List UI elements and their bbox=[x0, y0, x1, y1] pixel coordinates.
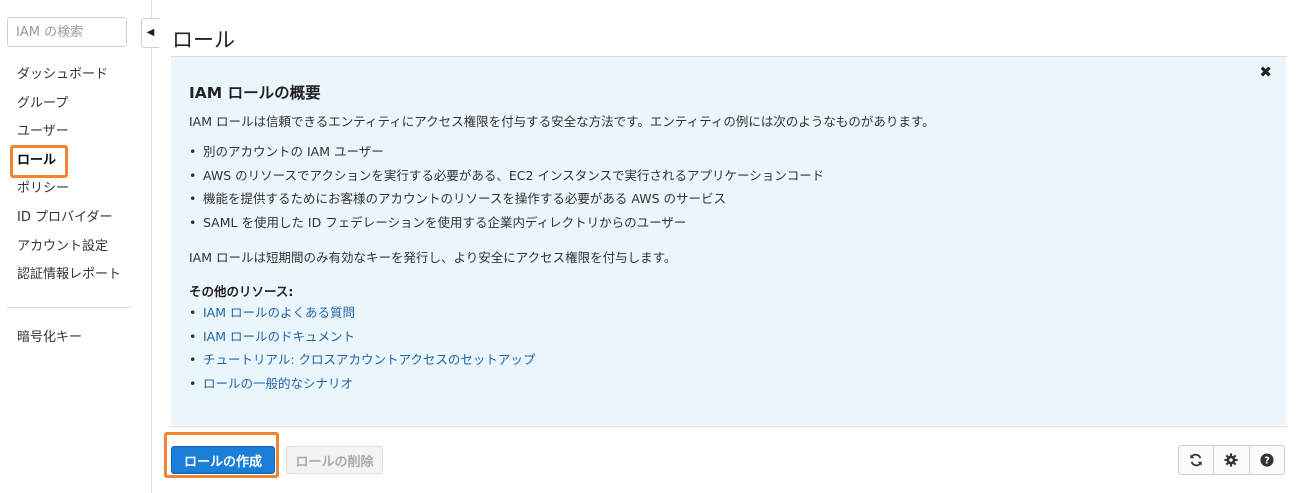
sidebar-separator bbox=[151, 0, 152, 493]
page-title: ロール bbox=[172, 28, 235, 52]
info-intro: IAM ロールは信頼できるエンティティにアクセス権限を付与する安全な方法です。エ… bbox=[189, 114, 935, 129]
svg-text:?: ? bbox=[1264, 456, 1270, 467]
table-tools: ? bbox=[1178, 445, 1285, 475]
delete-role-button[interactable]: ロールの削除 bbox=[286, 446, 383, 474]
sidebar-item-users[interactable]: ユーザー bbox=[0, 118, 151, 147]
sidebar-item-policies[interactable]: ポリシー bbox=[0, 175, 151, 204]
list-item: AWS のリソースでアクションを実行する必要がある、EC2 インスタンスで実行さ… bbox=[189, 164, 824, 188]
close-icon[interactable]: ✖ bbox=[1259, 63, 1272, 81]
collapse-icon[interactable]: ◀ bbox=[141, 18, 159, 48]
info-panel: ✖ IAM ロールの概要 IAM ロールは信頼できるエンティティにアクセス権限を… bbox=[171, 57, 1286, 425]
resources-heading: その他のリソース: bbox=[189, 284, 294, 299]
sidebar-item-identity-providers[interactable]: ID プロバイダー bbox=[0, 204, 151, 233]
entity-list: 別のアカウントの IAM ユーザー AWS のリソースでアクションを実行する必要… bbox=[189, 140, 824, 234]
resource-links: IAM ロールのよくある質問 IAM ロールのドキュメント チュートリアル: ク… bbox=[189, 301, 535, 395]
sidebar-item-credential-report[interactable]: 認証情報レポート bbox=[0, 261, 151, 290]
sidebar-item-account-settings[interactable]: アカウント設定 bbox=[0, 233, 151, 262]
gear-icon[interactable] bbox=[1214, 446, 1250, 474]
sidebar-item-groups[interactable]: グループ bbox=[0, 90, 151, 119]
link-faq[interactable]: IAM ロールのよくある質問 bbox=[189, 301, 535, 325]
link-tutorial[interactable]: チュートリアル: クロスアカウントアクセスのセットアップ bbox=[189, 348, 535, 372]
footer-divider bbox=[170, 426, 1287, 427]
sidebar: ダッシュボード グループ ユーザー ロール ポリシー ID プロバイダー アカウ… bbox=[0, 0, 151, 493]
info-note: IAM ロールは短期間のみ有効なキーを発行し、より安全にアクセス権限を付与します… bbox=[189, 250, 677, 265]
refresh-icon[interactable] bbox=[1179, 446, 1215, 474]
list-item: 機能を提供するためにお客様のアカウントのリソースを操作する必要がある AWS の… bbox=[189, 187, 824, 211]
list-item: 別のアカウントの IAM ユーザー bbox=[189, 140, 824, 164]
sidebar-divider bbox=[7, 307, 132, 308]
help-icon[interactable]: ? bbox=[1250, 446, 1284, 474]
sidebar-item-dashboard[interactable]: ダッシュボード bbox=[0, 61, 151, 90]
list-item: SAML を使用した ID フェデレーションを使用する企業内ディレクトリからのユ… bbox=[189, 211, 824, 235]
link-scenarios[interactable]: ロールの一般的なシナリオ bbox=[189, 372, 535, 396]
info-heading: IAM ロールの概要 bbox=[189, 84, 321, 102]
active-highlight bbox=[10, 145, 68, 178]
search-input[interactable] bbox=[7, 17, 127, 47]
create-role-button[interactable]: ロールの作成 bbox=[171, 446, 275, 474]
link-docs[interactable]: IAM ロールのドキュメント bbox=[189, 325, 535, 349]
sidebar-item-encryption-keys[interactable]: 暗号化キー bbox=[17, 326, 82, 345]
